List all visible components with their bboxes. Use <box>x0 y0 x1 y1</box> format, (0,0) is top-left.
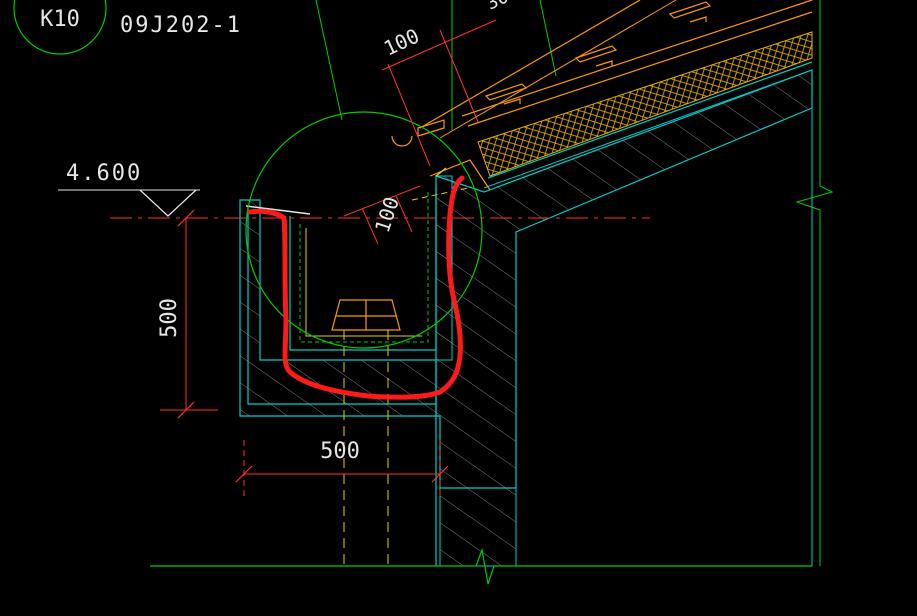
detail-index-symbol: K10 <box>13 0 107 55</box>
atlas-code: 09J202-1 <box>120 13 242 38</box>
cad-drawing-canvas: K10 09J202-1 4.600 500 500 100 30 100 <box>13 0 834 585</box>
cropped-top-label: 30 <box>483 0 512 15</box>
leader-lines <box>315 0 834 566</box>
detail-index-number: K10 <box>40 7 80 32</box>
gutter-inner-label: 100 <box>370 194 404 236</box>
elevation-value: 4.600 <box>66 161 142 186</box>
width-dimension: 500 <box>235 439 449 496</box>
gutter-height-label: 500 <box>157 298 182 338</box>
drain-outlet <box>331 299 401 331</box>
height-dimension: 500 <box>157 209 218 419</box>
gutter-width-label: 500 <box>320 439 360 464</box>
elevation-marker: 4.600 <box>58 161 200 217</box>
